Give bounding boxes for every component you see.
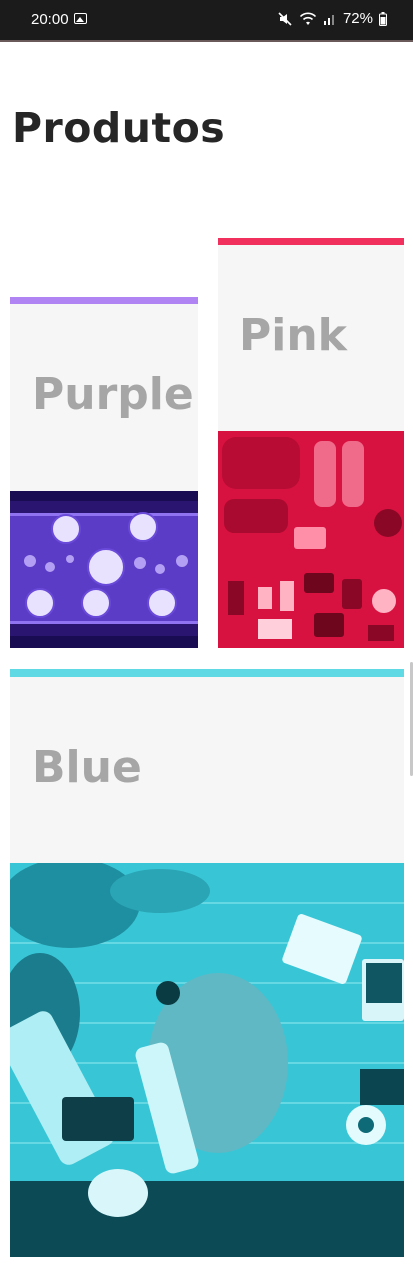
wifi-icon xyxy=(299,12,317,26)
battery-icon xyxy=(379,11,387,26)
mute-icon xyxy=(277,11,293,27)
card-accent-bar xyxy=(10,669,404,677)
status-bar: 20:00 72% xyxy=(0,0,413,40)
gallery-icon xyxy=(74,13,87,24)
product-card-blue[interactable]: Blue xyxy=(10,669,404,1257)
battery-percent: 72% xyxy=(342,10,373,27)
product-card-purple[interactable]: Purple xyxy=(10,297,198,648)
card-accent-bar xyxy=(10,297,198,304)
header-divider xyxy=(0,40,413,42)
table-setting-photo xyxy=(10,491,198,648)
card-accent-bar xyxy=(218,238,404,245)
card-label: Purple xyxy=(32,369,194,420)
travel-gear-flatlay-photo xyxy=(218,431,404,648)
card-label: Pink xyxy=(239,310,347,361)
signal-icon xyxy=(323,12,337,26)
flowers-desk-photo xyxy=(10,863,404,1257)
card-label: Blue xyxy=(32,742,142,793)
status-time: 20:00 xyxy=(31,11,69,28)
status-icons: 72% xyxy=(277,10,387,27)
product-card-pink[interactable]: Pink xyxy=(218,238,404,648)
page-title: Produtos xyxy=(12,104,226,152)
